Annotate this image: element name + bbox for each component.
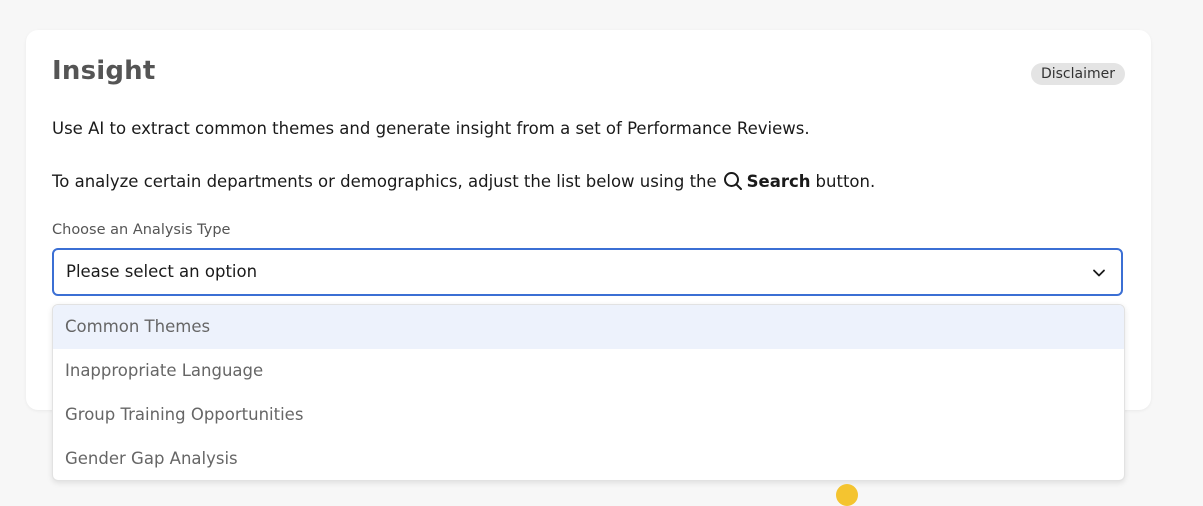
analysis-type-dropdown: Common Themes Inappropriate Language Gro… — [52, 304, 1125, 481]
search-icon — [723, 171, 743, 191]
select-value: Please select an option — [66, 262, 258, 281]
instructions-suffix: button. — [815, 171, 876, 191]
option-group-training-opportunities[interactable]: Group Training Opportunities — [53, 393, 1124, 437]
search-keyword: Search — [746, 171, 811, 191]
instructions-prefix: To analyze certain departments or demogr… — [52, 171, 717, 191]
disclaimer-button[interactable]: Disclaimer — [1030, 63, 1125, 85]
option-common-themes[interactable]: Common Themes — [53, 305, 1124, 349]
analysis-type-select[interactable]: Please select an option — [52, 248, 1123, 296]
analysis-type-label: Choose an Analysis Type — [52, 222, 231, 238]
chevron-down-icon — [1091, 265, 1107, 281]
option-gender-gap-analysis[interactable]: Gender Gap Analysis — [53, 437, 1124, 480]
option-inappropriate-language[interactable]: Inappropriate Language — [53, 349, 1124, 393]
page-title: Insight — [52, 56, 156, 86]
description-text: Use AI to extract common themes and gene… — [52, 119, 810, 138]
search-instructions: To analyze certain departments or demogr… — [52, 171, 875, 191]
help-widget-button[interactable] — [836, 484, 858, 506]
